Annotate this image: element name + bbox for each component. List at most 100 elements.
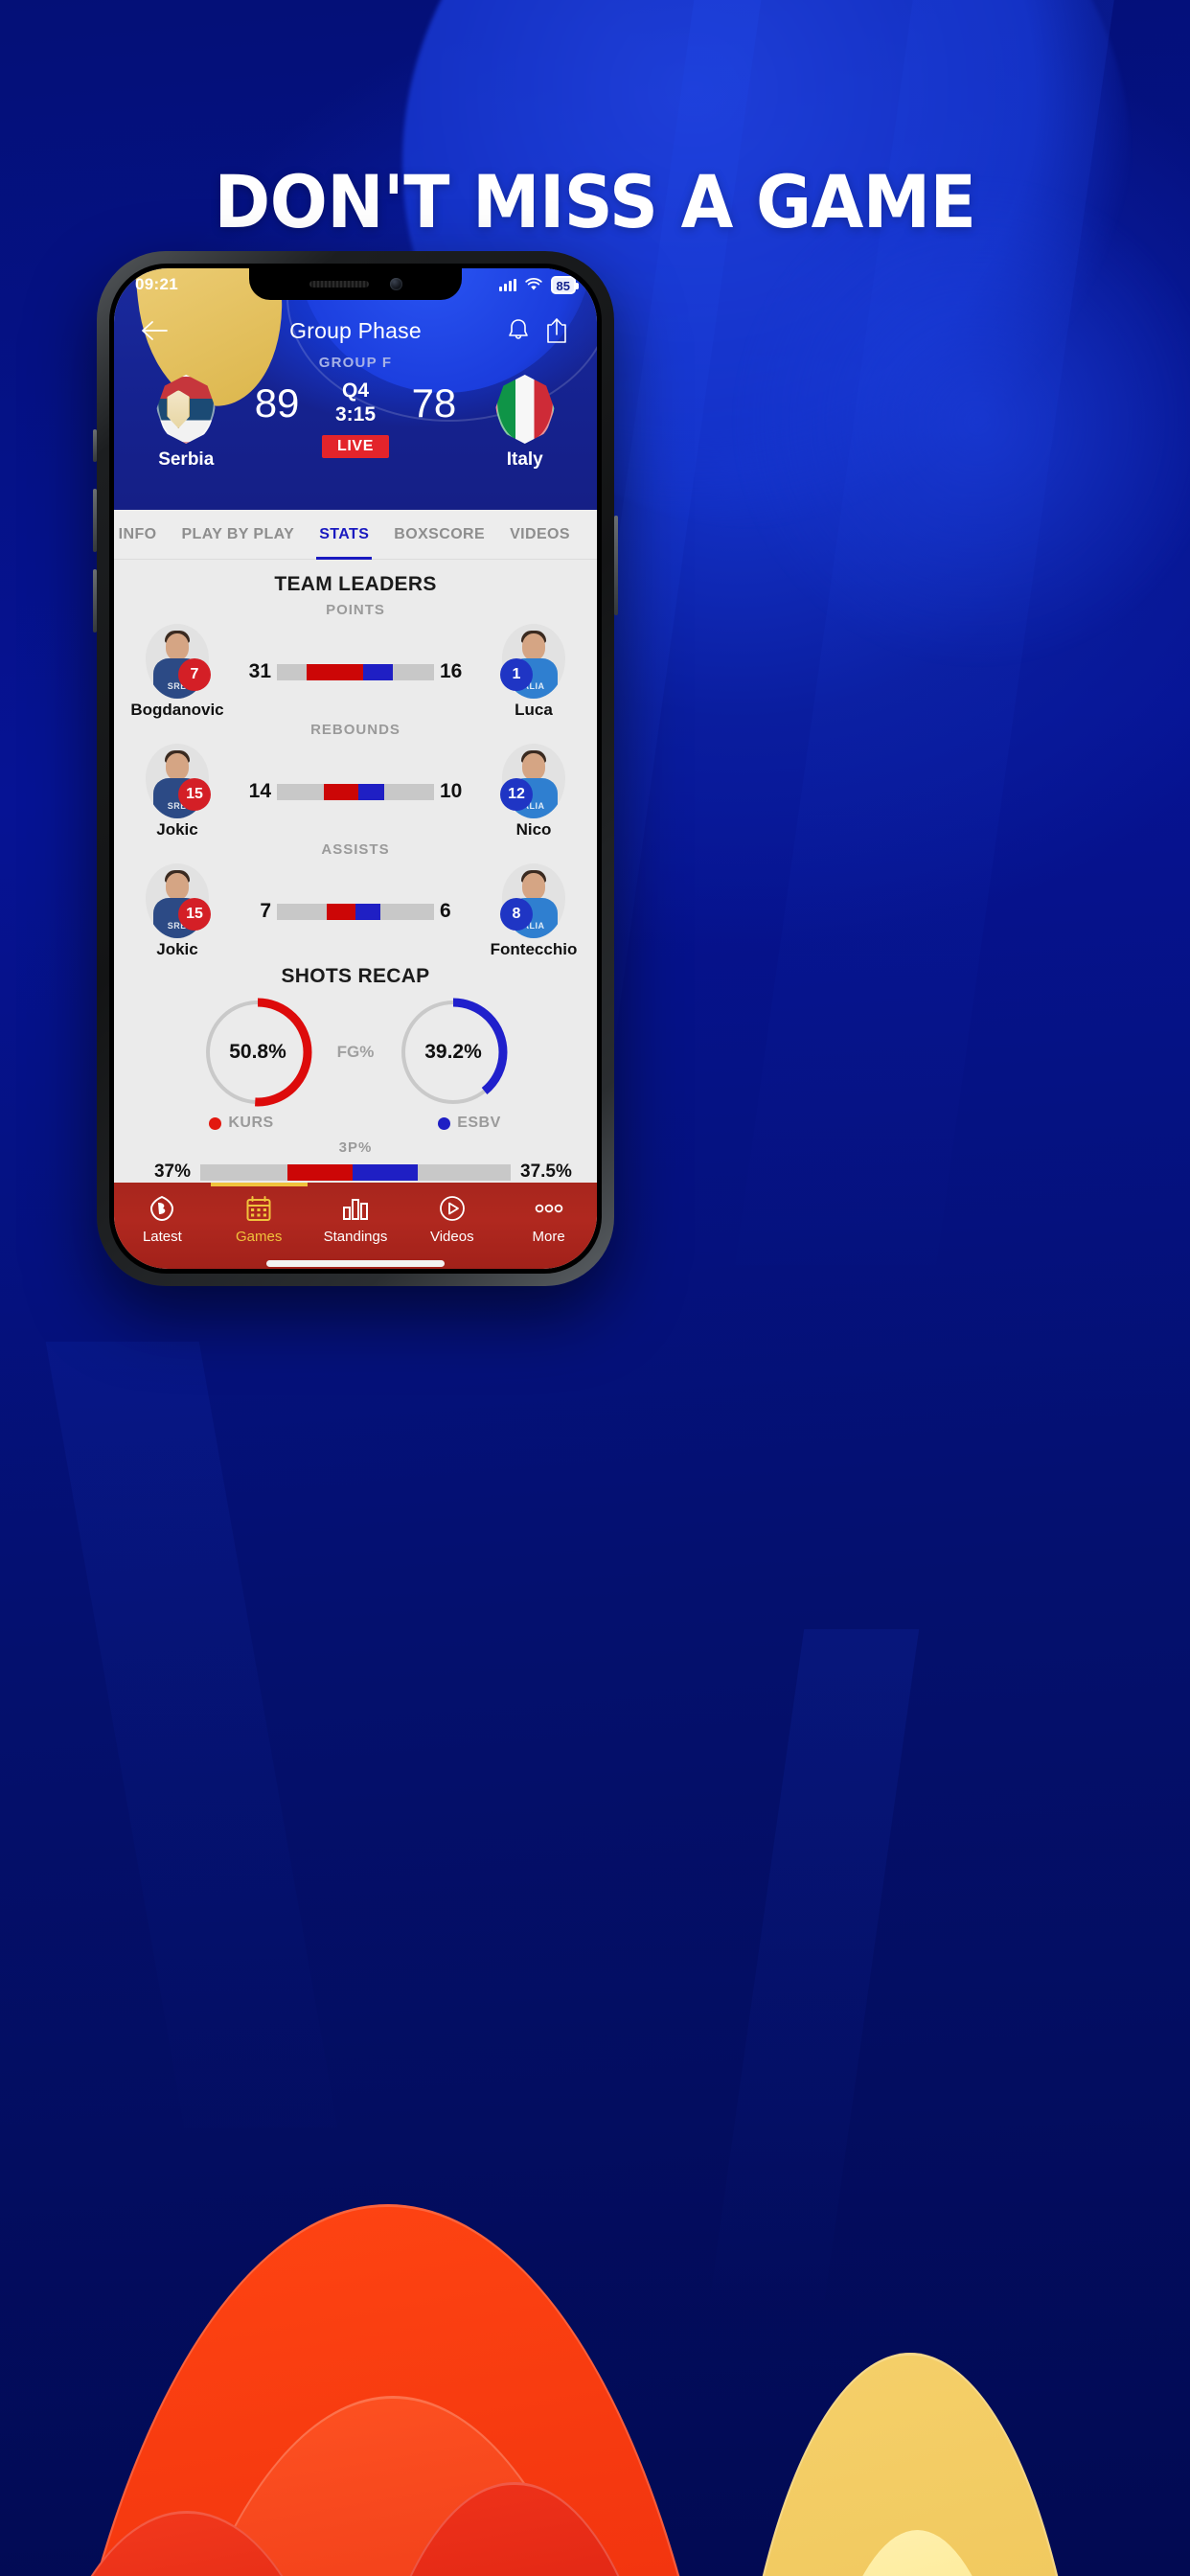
shots-recap-title: SHOTS RECAP xyxy=(281,965,430,987)
leader-row-assists: ASSISTS SRB 15 Jokic 7 6 ALIA 8 Fontecch… xyxy=(114,841,597,959)
tab-boxscore[interactable]: BOXSCORE xyxy=(381,510,497,560)
away-fg-value: 39.2% xyxy=(424,1041,482,1063)
volume-down-button xyxy=(93,569,97,632)
bottom-nav-more[interactable]: More xyxy=(500,1194,597,1245)
game-clock-block: Q4 3:15 LIVE xyxy=(315,375,397,458)
home-score: 89 xyxy=(254,380,300,426)
away-legend: ESBV xyxy=(397,1115,542,1132)
home-team[interactable]: Serbia xyxy=(133,375,239,471)
stat-label: 3P% xyxy=(338,1139,373,1156)
bottom-nav-label: Games xyxy=(236,1229,283,1245)
away-leader-player[interactable]: ALIA 8 Fontecchio xyxy=(484,863,584,959)
player-name: Fontecchio xyxy=(490,940,578,958)
home-legend-label: KURS xyxy=(228,1115,274,1131)
away-stat-value: 6 xyxy=(440,900,451,922)
stat-label: ASSISTS xyxy=(321,841,390,858)
player-number-badge: 15 xyxy=(178,778,211,811)
home-indicator[interactable] xyxy=(266,1260,445,1267)
away-pct-value: 37.5% xyxy=(520,1162,572,1182)
scoreboard-row: Serbia 89 Q4 3:15 LIVE 78 Italy xyxy=(133,375,578,471)
player-name: Luca xyxy=(515,701,553,719)
player-number-badge: 1 xyxy=(500,658,533,691)
section-tabs: ME INFO PLAY BY PLAY STATS BOXSCORE VIDE… xyxy=(114,510,597,560)
home-legend: KURS xyxy=(169,1115,314,1132)
player-number-badge: 15 xyxy=(178,898,211,931)
mute-switch xyxy=(93,429,97,462)
comparison-bar xyxy=(277,783,434,800)
comparison-bar xyxy=(200,1163,511,1181)
notifications-button[interactable] xyxy=(499,311,538,350)
background-stripe xyxy=(709,1629,920,2300)
bottom-nav-videos[interactable]: Videos xyxy=(403,1194,500,1245)
poster-headline: DON'T MISS A GAME xyxy=(214,159,976,244)
bottom-nav-games[interactable]: Games xyxy=(211,1194,308,1245)
bottom-navigation: Latest Games Standings Videos More xyxy=(114,1183,597,1269)
tab-stats[interactable]: STATS xyxy=(307,510,381,560)
bottom-nav-label: More xyxy=(532,1229,565,1245)
leader-row-rebounds: REBOUNDS SRB 15 Jokic 14 10 ALIA 12 Nico xyxy=(114,722,597,840)
comparison-bar xyxy=(277,903,434,920)
phone-mockup: 09:21 85 Group Phase GROUP F Serbia 89 Q… xyxy=(93,251,618,1286)
battery-indicator: 85 xyxy=(550,275,580,294)
status-bar-indicators: 85 xyxy=(498,275,580,294)
away-fg-donut: 39.2% xyxy=(397,996,510,1109)
app-header-area: 09:21 85 Group Phase GROUP F Serbia 89 Q… xyxy=(114,268,597,510)
away-stat-value: 16 xyxy=(440,660,463,682)
away-leader-player[interactable]: ALIA 1 Luca xyxy=(484,624,584,720)
home-leader-player[interactable]: SRB 15 Jokic xyxy=(127,744,227,840)
phone-notch xyxy=(249,268,462,300)
leader-row-points: POINTS SRB 7 Bogdanovic 31 16 ALIA 1 Luc… xyxy=(114,602,597,720)
legend-dot-red xyxy=(209,1116,222,1130)
player-name: Jokic xyxy=(156,820,198,839)
live-badge: LIVE xyxy=(322,435,389,458)
bottom-nav-standings[interactable]: Standings xyxy=(308,1194,404,1245)
back-button[interactable] xyxy=(135,311,173,350)
away-score: 78 xyxy=(411,380,457,426)
tab-game-info[interactable]: ME INFO xyxy=(114,510,169,560)
player-number-badge: 7 xyxy=(178,658,211,691)
home-team-name: Serbia xyxy=(158,449,215,470)
player-name: Bogdanovic xyxy=(130,701,224,719)
away-leader-player[interactable]: ALIA 12 Nico xyxy=(484,744,584,840)
away-team-name: Italy xyxy=(506,449,543,470)
play-circle-icon xyxy=(439,1194,466,1223)
phone-bezel: 09:21 85 Group Phase GROUP F Serbia 89 Q… xyxy=(109,264,602,1274)
bottom-nav-latest[interactable]: Latest xyxy=(114,1194,211,1245)
italy-flag-icon xyxy=(494,375,555,444)
fg-label: FG% xyxy=(336,1043,375,1061)
player-name: Jokic xyxy=(156,940,198,958)
share-icon xyxy=(547,318,566,343)
serbia-flag-icon xyxy=(156,375,217,444)
back-arrow-icon xyxy=(142,321,168,340)
player-number-badge: 12 xyxy=(500,778,533,811)
active-tab-indicator xyxy=(210,1183,308,1186)
shots-row-3p: 3P% 37% 37.5% xyxy=(114,1139,597,1183)
stat-label: REBOUNDS xyxy=(310,722,400,738)
stat-label: POINTS xyxy=(326,602,385,618)
home-stat-value: 14 xyxy=(248,780,271,802)
share-button[interactable] xyxy=(538,311,576,350)
bell-icon xyxy=(509,319,528,339)
team-leaders-title: TEAM LEADERS xyxy=(274,573,437,595)
app-navigation-bar: Group Phase xyxy=(114,301,597,353)
home-stat-value: 31 xyxy=(248,660,271,682)
tab-play-by-play[interactable]: PLAY BY PLAY xyxy=(169,510,307,560)
bottom-nav-label: Videos xyxy=(429,1229,474,1245)
shots-legend: KURS ESBV xyxy=(114,1115,597,1132)
player-name: Nico xyxy=(515,820,552,839)
comparison-bar xyxy=(277,663,434,680)
away-team[interactable]: Italy xyxy=(472,375,578,471)
home-leader-player[interactable]: SRB 15 Jokic xyxy=(127,863,227,959)
logo-icon xyxy=(149,1194,175,1223)
away-stat-value: 10 xyxy=(440,780,463,802)
background-stripe xyxy=(45,1342,338,2128)
fg-donuts: 50.8% FG% 39.2% xyxy=(114,996,597,1109)
period-label: Q4 xyxy=(341,380,369,402)
bar-chart-icon xyxy=(342,1194,369,1223)
away-legend-label: ESBV xyxy=(457,1115,501,1131)
shots-recap-section: SHOTS RECAP 50.8% FG% 39.2% KURS ESBV 3P… xyxy=(114,965,597,1183)
game-clock: 3:15 xyxy=(334,403,376,426)
cellular-signal-icon xyxy=(498,278,516,291)
tab-videos[interactable]: VIDEOS xyxy=(497,510,583,560)
home-leader-player[interactable]: SRB 7 Bogdanovic xyxy=(127,624,227,720)
